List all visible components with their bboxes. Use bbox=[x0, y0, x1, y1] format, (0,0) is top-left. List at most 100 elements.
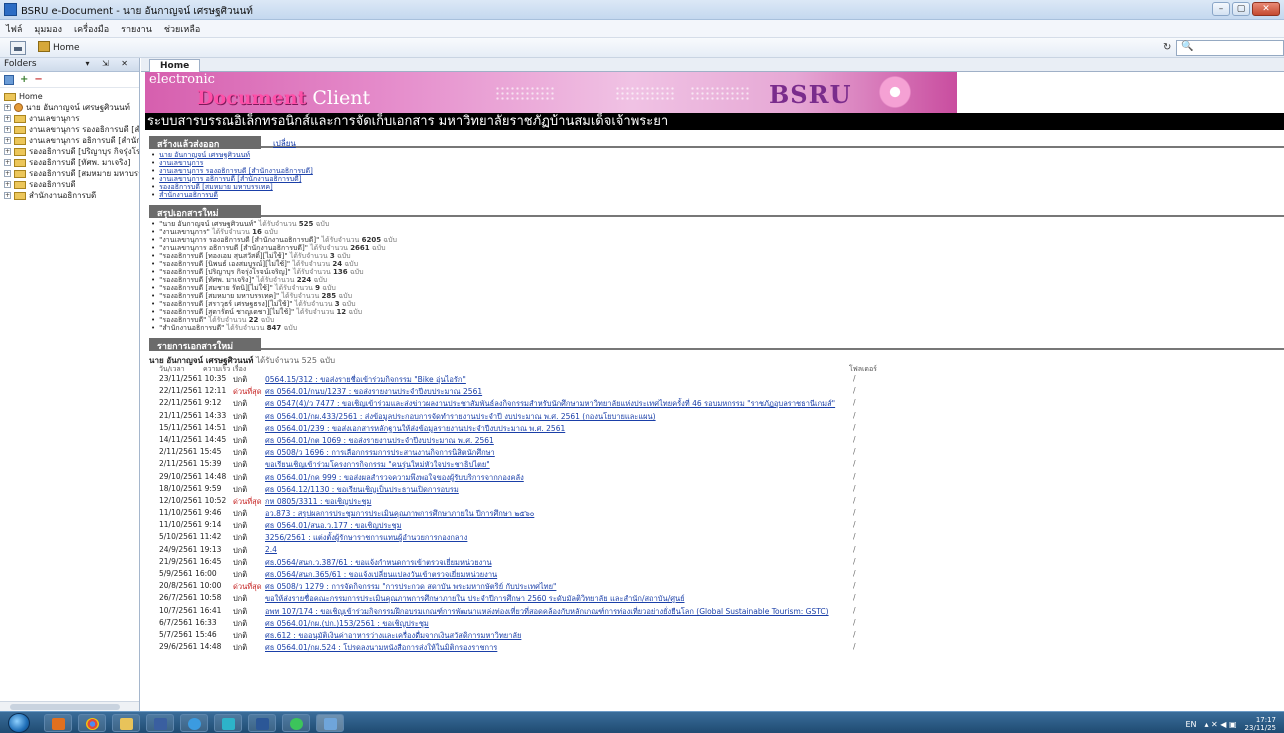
taskbar-app-edocument[interactable] bbox=[316, 714, 344, 732]
tray-icons[interactable]: ▴ ✕ ◀ ▣ bbox=[1204, 720, 1236, 729]
table-row[interactable]: 5/9/2561 16:00 ปกติ ศธ.0564/สนก.365/61 : ข… bbox=[149, 569, 1284, 581]
doc-subject-link[interactable]: ศธ 0564.01/กนบ/1237 : ขอส่งรายงานประจำปี… bbox=[265, 386, 482, 398]
search-input[interactable]: 🔍 bbox=[1176, 40, 1284, 56]
table-row[interactable]: 22/11/2561 9:12 ปกติ ศธ 0547(4)/ว 7477 : ข… bbox=[149, 398, 1284, 410]
doc-subject-link[interactable]: ศธ 0564.01/กค 999 : ขอส่งผลสำรวจความพึงพ… bbox=[265, 472, 524, 484]
scrollbar-thumb[interactable] bbox=[10, 704, 120, 710]
tree-item[interactable]: + นาย อันกาญจน์ เศรษฐศิวนนท์ bbox=[0, 102, 139, 113]
remove-folder-button[interactable]: − bbox=[34, 74, 42, 85]
doc-subject-link[interactable]: อพท 107/174 : ขอเชิญเข้าร่วมกิจกรรมฝึกอบ… bbox=[265, 606, 829, 618]
doc-subject-link[interactable]: ศธ 0564.01/239 : ขอส่งเอกสารหลักฐานให้ส่… bbox=[265, 423, 565, 435]
table-row[interactable]: 21/11/2561 14:33 ปกติ ศธ 0564.01/กผ.433/25… bbox=[149, 411, 1284, 423]
doc-subject-link[interactable]: ขอให้ส่งรายชื่อคณะกรรมการประเมินคุณภาพกา… bbox=[265, 593, 685, 605]
refresh-folder-icon[interactable] bbox=[4, 74, 14, 85]
table-row[interactable]: 15/11/2561 14:51 ปกติ ศธ 0564.01/239 : ขอส… bbox=[149, 423, 1284, 435]
taskbar-app-ie[interactable] bbox=[180, 714, 208, 732]
table-row[interactable]: 2/11/2561 15:45 ปกติ ศธ 0508/ว 1696 : การเ… bbox=[149, 447, 1284, 459]
table-row[interactable]: 22/11/2561 12:11 ด่วนที่สุด ศธ 0564.01/กนบ… bbox=[149, 386, 1284, 398]
print-icon[interactable] bbox=[10, 41, 26, 55]
doc-subject-link[interactable]: 2.4 bbox=[265, 545, 277, 554]
sent-folder-link[interactable]: งานเลขานุการ อธิการบดี [สำนักงานอธิการบด… bbox=[159, 175, 301, 183]
menu-tools[interactable]: เครื่องมือ bbox=[74, 22, 109, 36]
taskbar-app-explorer[interactable] bbox=[112, 714, 140, 732]
close-button[interactable]: ✕ bbox=[1252, 2, 1280, 16]
doc-subject-link[interactable]: กห 0805/3311 : ขอเชิญประชุม bbox=[265, 496, 371, 508]
tree-item[interactable]: + งานเลขานุการ รองอธิการบดี [สำนักงานอธิก… bbox=[0, 124, 139, 135]
doc-subject-link[interactable]: ศธ 0564.01/สนอ.ว.177 : ขอเชิญประชุม bbox=[265, 520, 402, 532]
menu-help[interactable]: ช่วยเหลือ bbox=[164, 22, 200, 36]
taskbar-app-media[interactable] bbox=[44, 714, 72, 732]
tree-item[interactable]: + รองอธิการบดี [ทัศพ. มาเจริง] bbox=[0, 157, 139, 168]
doc-subject-link[interactable]: ศธ 0564.01/กผ.524 : โปรดลงนามหนังสือการส… bbox=[265, 642, 497, 654]
doc-subject-link[interactable]: ศธ.0564/สนก.365/61 : ขอแจ้งเปลี่ยนแปลงวั… bbox=[265, 569, 497, 581]
doc-subject-link[interactable]: 3256/2561 : แต่งตั้งผู้รักษาราชการแทนผู้… bbox=[265, 532, 467, 544]
doc-subject-link[interactable]: ศธ 0508/ว 1279 : การจัดกิจกรรม "การประกว… bbox=[265, 581, 556, 593]
table-row[interactable]: 6/7/2561 16:33 ปกติ ศธ 0564.01/กผ.(ปก.)153… bbox=[149, 618, 1284, 630]
table-row[interactable]: 2/11/2561 15:39 ปกติ ขอเรียนเชิญเข้าร่วมโค… bbox=[149, 459, 1284, 471]
expand-icon[interactable]: + bbox=[4, 181, 11, 188]
table-row[interactable]: 29/6/2561 14:48 ปกติ ศธ 0564.01/กผ.524 : โ… bbox=[149, 642, 1284, 654]
doc-subject-link[interactable]: อว.873 : สรุปผลการประชุมการประเมินคุณภาพ… bbox=[265, 508, 534, 520]
taskbar-app-chat[interactable] bbox=[282, 714, 310, 732]
doc-subject-link[interactable]: ศธ 0508/ว 1696 : การเลือกกรรมการประสานงา… bbox=[265, 447, 495, 459]
sent-folder-link[interactable]: งานเลขานุการ รองอธิการบดี [สำนักงานอธิกา… bbox=[159, 167, 313, 175]
horizontal-scrollbar[interactable] bbox=[0, 701, 139, 711]
reload-icon[interactable]: ↻ bbox=[1163, 42, 1171, 53]
sent-folder-link[interactable]: รองอธิการบดี [สมหมาย มหาบรรเทค] bbox=[159, 183, 273, 191]
menu-view[interactable]: มุมมอง bbox=[34, 22, 62, 36]
start-button[interactable] bbox=[8, 713, 30, 733]
doc-subject-link[interactable]: ศธ 0564.12/1130 : ขอเรียนเชิญเป็นประธานเ… bbox=[265, 484, 459, 496]
table-row[interactable]: 5/7/2561 15:46 ปกติ ศธ.612 : ขออนุมัติเงิน… bbox=[149, 630, 1284, 642]
clock[interactable]: 17:17 23/11/25 bbox=[1245, 716, 1276, 732]
taskbar-app-calculator[interactable] bbox=[146, 714, 174, 732]
tree-item[interactable]: + รองอธิการบดี [สมหมาย มหาบรรเทค] bbox=[0, 168, 139, 179]
expand-icon[interactable]: + bbox=[4, 148, 11, 155]
table-row[interactable]: 11/10/2561 9:14 ปกติ ศธ 0564.01/สนอ.ว.177 … bbox=[149, 520, 1284, 532]
doc-subject-link[interactable]: 0564.15/312 : ขอส่งรายชื่อเข้าร่วมกิจกรร… bbox=[265, 374, 466, 386]
minimize-button[interactable]: – bbox=[1212, 2, 1230, 16]
expand-icon[interactable]: + bbox=[4, 126, 11, 133]
expand-icon[interactable]: + bbox=[4, 104, 11, 111]
add-folder-button[interactable]: + bbox=[20, 74, 28, 85]
menu-report[interactable]: รายงาน bbox=[121, 22, 152, 36]
table-row[interactable]: 10/7/2561 16:41 ปกติ อพท 107/174 : ขอเชิญเ… bbox=[149, 606, 1284, 618]
table-row[interactable]: 5/10/2561 11:42 ปกติ 3256/2561 : แต่งตั้งผ… bbox=[149, 532, 1284, 544]
sent-folder-link[interactable]: สำนักงานอธิการบดี bbox=[159, 191, 218, 199]
table-row[interactable]: 14/11/2561 14:45 ปกติ ศธ 0564.01/กต 1069 :… bbox=[149, 435, 1284, 447]
expand-icon[interactable]: + bbox=[4, 170, 11, 177]
table-row[interactable]: 21/9/2561 16:45 ปกติ ศธ.0564/สนก.ว.387/61 … bbox=[149, 557, 1284, 569]
tree-item[interactable]: + สำนักงานอธิการบดี bbox=[0, 190, 139, 201]
table-row[interactable]: 26/7/2561 10:58 ปกติ ขอให้ส่งรายชื่อคณะกรร… bbox=[149, 593, 1284, 605]
table-row[interactable]: 23/11/2561 10:35 ปกติ 0564.15/312 : ขอส่งร… bbox=[149, 374, 1284, 386]
table-row[interactable]: 24/9/2561 19:13 ปกติ 2.4 / bbox=[149, 545, 1284, 557]
expand-icon[interactable]: + bbox=[4, 159, 11, 166]
sent-folder-link[interactable]: งานเลขานุการ bbox=[159, 159, 203, 167]
taskbar-app-line[interactable] bbox=[214, 714, 242, 732]
pane-controls[interactable]: ▾ ⇲ ✕ bbox=[85, 59, 133, 68]
home-button[interactable]: Home bbox=[38, 41, 80, 53]
doc-subject-link[interactable]: ศธ 0547(4)/ว 7477 : ขอเชิญเข้าร่วมและส่ง… bbox=[265, 398, 835, 410]
doc-subject-link[interactable]: ศธ.0564/สนก.ว.387/61 : ขอแจ้งกำหนดการเข้… bbox=[265, 557, 492, 569]
maximize-button[interactable]: ▢ bbox=[1232, 2, 1250, 16]
doc-subject-link[interactable]: ศธ 0564.01/กผ.(ปก.)153/2561 : ขอเชิญประช… bbox=[265, 618, 429, 630]
language-indicator[interactable]: EN bbox=[1185, 720, 1196, 729]
doc-subject-link[interactable]: ศธ.612 : ขออนุมัติเงินค่าอาหารว่างและเคร… bbox=[265, 630, 521, 642]
table-row[interactable]: 11/10/2561 9:46 ปกติ อว.873 : สรุปผลการประ… bbox=[149, 508, 1284, 520]
tab-home[interactable]: Home bbox=[149, 59, 201, 72]
doc-subject-link[interactable]: ศธ 0564.01/กต 1069 : ขอส่งรายงานประจำปีง… bbox=[265, 435, 494, 447]
expand-icon[interactable]: + bbox=[4, 137, 11, 144]
tree-item[interactable]: + งานเลขานุการ bbox=[0, 113, 139, 124]
expand-icon[interactable]: + bbox=[4, 115, 11, 122]
table-row[interactable]: 29/10/2561 14:48 ปกติ ศธ 0564.01/กค 999 : … bbox=[149, 472, 1284, 484]
doc-subject-link[interactable]: ขอเรียนเชิญเข้าร่วมโครงการกิจกรรม "คนรุ่… bbox=[265, 459, 490, 471]
doc-subject-link[interactable]: ศธ 0564.01/กผ.433/2561 : ส่งข้อมูลประกอบ… bbox=[265, 411, 656, 423]
tree-home[interactable]: Home bbox=[0, 91, 139, 102]
taskbar-app-word[interactable] bbox=[248, 714, 276, 732]
table-row[interactable]: 12/10/2561 10:52 ด่วนที่สุด กห 0805/3311 :… bbox=[149, 496, 1284, 508]
tree-item[interactable]: + งานเลขานุการ อธิการบดี [สำนักงานอธิการบ… bbox=[0, 135, 139, 146]
tree-item[interactable]: + รองอธิการบดี bbox=[0, 179, 139, 190]
sent-folder-link[interactable]: นาย อันกาญจน์ เศรษฐศิวนนท์ bbox=[159, 151, 250, 159]
expand-icon[interactable]: + bbox=[4, 192, 11, 199]
tree-item[interactable]: + รองอธิการบดี [ปริญาบุร กิจรุ่งโรจน์เจริ… bbox=[0, 146, 139, 157]
table-row[interactable]: 20/8/2561 10:00 ด่วนที่สุด ศธ 0508/ว 1279 … bbox=[149, 581, 1284, 593]
